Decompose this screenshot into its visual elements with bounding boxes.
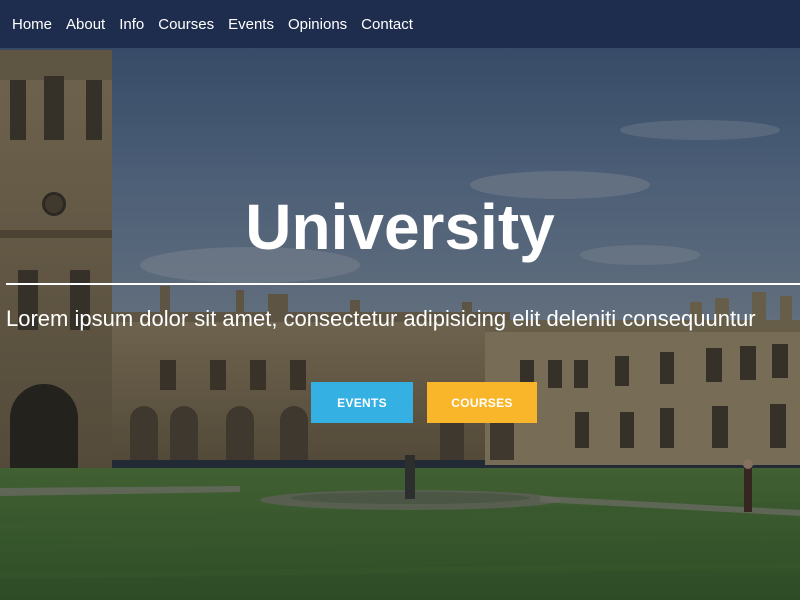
nav-link-courses[interactable]: Courses — [158, 16, 214, 33]
nav-link-about[interactable]: About — [66, 16, 105, 33]
top-navbar: Home About Info Courses Events Opinions … — [0, 0, 800, 48]
hero-divider — [6, 283, 800, 285]
page: Home About Info Courses Events Opinions … — [0, 0, 800, 600]
nav-link-opinions[interactable]: Opinions — [288, 16, 347, 33]
hero-dark-overlay — [0, 0, 800, 600]
courses-button[interactable]: COURSES — [427, 382, 537, 423]
nav-link-contact[interactable]: Contact — [361, 16, 413, 33]
nav-link-home[interactable]: Home — [12, 16, 52, 33]
events-button[interactable]: EVENTS — [311, 382, 413, 423]
nav-link-events[interactable]: Events — [228, 16, 274, 33]
hero-title: University — [245, 191, 555, 263]
hero-subtitle: Lorem ipsum dolor sit amet, consectetur … — [6, 306, 756, 331]
nav-link-info[interactable]: Info — [119, 16, 144, 33]
